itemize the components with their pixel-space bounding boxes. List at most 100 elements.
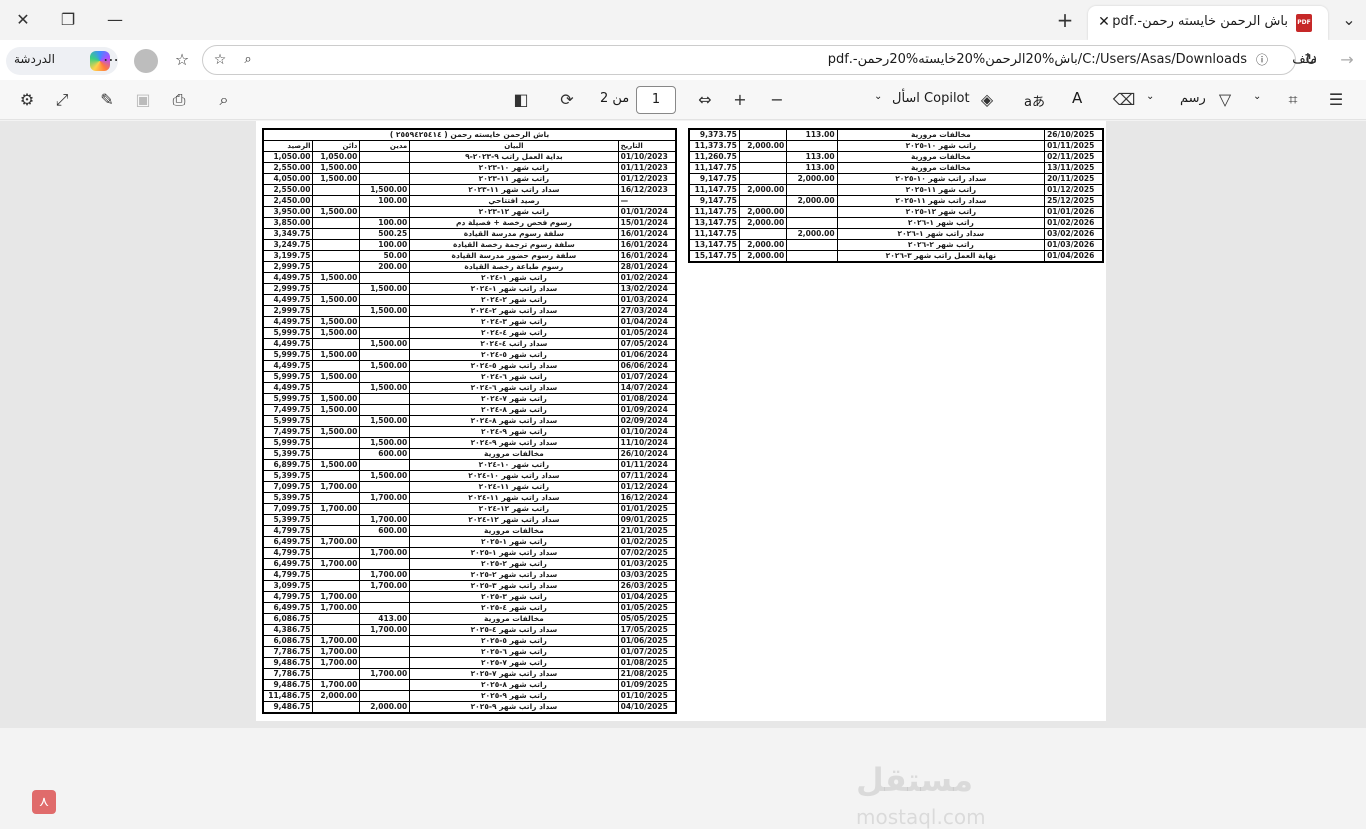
draw-icon[interactable]: ▽	[1210, 85, 1240, 115]
table-cell-credit: 2,000.00	[738, 140, 788, 152]
table-cell-credit: 1,500.00	[312, 316, 361, 328]
table-cell-date: 04/10/2025	[617, 701, 677, 714]
table-cell-desc: سداد راتب شهر ٦-٢٠٢٤	[409, 382, 619, 394]
contents-icon[interactable]: ☰	[1321, 85, 1351, 115]
table-row: 01/03/2026 راتب شهر ٢-٢٠٢٦ 2,000.00 13,147.…	[688, 239, 1104, 251]
table-cell-desc: سداد راتب شهر ١-٢٠٢٥	[409, 547, 619, 559]
table-row: 02/09/2024 سداد راتب شهر ٨-٢٠٢٤ 1,500.00 5,…	[262, 415, 677, 427]
table-cell-debit	[359, 294, 411, 306]
avatar[interactable]	[134, 49, 158, 73]
table-row: 16/12/2023 سداد راتب شهر ١١-٢٠٢٣ 1,500.00 2…	[262, 184, 677, 196]
table-cell-bal: 4,799.75	[262, 569, 314, 581]
back-icon[interactable]: →	[1332, 45, 1362, 75]
read-aloud-icon[interactable]: A	[1072, 89, 1082, 107]
table-cell-bal: 2,550.00	[262, 162, 314, 174]
table-cell-desc: راتب شهر ٨-٢٠٢٤	[409, 404, 619, 416]
table-row: 20/11/2025 سداد راتب شهر ١٠-٢٠٢٥ 2,000.00 9…	[688, 173, 1104, 185]
table-cell-debit	[359, 558, 411, 570]
info-icon[interactable]: ⓘ	[1247, 45, 1277, 75]
highlight-chevron-icon[interactable]: ⌄	[1253, 91, 1261, 102]
table-cell-date: 03/02/2026	[1044, 228, 1104, 240]
table-row: 01/04/2024 راتب شهر ٣-٢٠٢٤ 1,500.00 4,499.7…	[262, 316, 677, 328]
print-icon[interactable]: ⎙	[164, 85, 194, 115]
table-row: 13/11/2025 مخالفات مرورية 113.00 11,147.75	[688, 162, 1104, 174]
table-cell-bal: 11,147.75	[688, 184, 740, 196]
draw-chevron-icon[interactable]: ⌄	[1146, 91, 1154, 102]
tab-menu-icon[interactable]: ⌄	[1334, 5, 1364, 35]
table-cell-debit	[359, 591, 411, 603]
table-cell-date: 28/01/2024	[617, 261, 677, 273]
table-cell-desc: سداد راتب شهر ١٢-٢٠٢٤	[409, 514, 619, 526]
pdf-viewer[interactable]: باش الرحمن خايسته رحمن ( ٢٥٥٩٤٢٥٤١٤ ) ال…	[0, 121, 1366, 829]
new-tab-icon[interactable]: +	[1050, 5, 1080, 35]
expand-icon[interactable]: ⤢	[47, 85, 77, 115]
rotate-icon[interactable]: ⟳	[552, 85, 582, 115]
table-cell-bal: 5,999.75	[262, 437, 314, 449]
page-number-input[interactable]: 1	[636, 86, 676, 114]
copilot-icon[interactable]: ◈	[972, 85, 1002, 115]
table-cell-bal: 5,999.75	[262, 349, 314, 361]
table-row: 21/01/2025 مخالفات مرورية 600.00 4,799.75	[262, 525, 677, 537]
table-cell-credit	[312, 195, 361, 207]
favorites-list-icon[interactable]: ☆	[167, 45, 197, 75]
ask-copilot-chevron-icon[interactable]: ⌄	[874, 91, 882, 102]
refresh-icon[interactable]: ↻	[1296, 45, 1326, 75]
table-cell-date: 01/07/2025	[617, 646, 677, 658]
table-cell-bal: 5,399.75	[262, 514, 314, 526]
table-cell-date: 01/12/2024	[617, 481, 677, 493]
url-text[interactable]: C:/Users/Asas/Downloads/باش%20الرحمن%20خ…	[828, 52, 1247, 67]
table-cell-debit	[359, 327, 411, 339]
acrobat-icon[interactable]: ⋏	[32, 790, 56, 814]
favorite-icon[interactable]: ☆	[205, 45, 235, 75]
table-row: 25/12/2025 سداد راتب شهر ١١-٢٠٢٥ 2,000.00 9…	[688, 195, 1104, 207]
search-icon[interactable]: ⌕	[209, 85, 239, 115]
save-as-icon[interactable]: ✎	[92, 85, 122, 115]
table-cell-desc: مخالفات مرورية	[409, 613, 619, 625]
close-icon[interactable]: ✕	[8, 5, 38, 35]
table-body-left: 01/10/2023 بداية العمل راتب ٩-٢٠٢٣-٩ 1,050…	[262, 151, 677, 714]
search-chat-icon[interactable]: ⌕	[233, 45, 263, 75]
page-view-icon[interactable]: ◧	[506, 85, 536, 115]
table-row: 02/11/2025 مخالفات مرورية 113.00 11,260.75	[688, 151, 1104, 163]
zoom-in-icon[interactable]: +	[725, 85, 755, 115]
table-cell-credit	[312, 448, 361, 460]
table-cell-credit: 1,700.00	[312, 503, 361, 515]
translate-icon[interactable]: aあ	[1024, 91, 1045, 110]
tab-close-icon[interactable]: ✕	[1094, 12, 1114, 32]
table-cell-debit: 1,500.00	[359, 470, 411, 482]
statement-table-right: 26/10/2025 مخالفات مرورية 113.00 9,373.75 01…	[688, 128, 1104, 263]
browser-tab[interactable]: ✕ باش الرحمن خايسته رحمن-.pdf PDF	[1088, 6, 1328, 40]
table-row: 03/03/2025 سداد راتب شهر ٢-٢٠٢٥ 1,700.00 4,…	[262, 569, 677, 581]
erase-icon[interactable]: ⌫	[1109, 85, 1139, 115]
table-row: 01/03/2025 راتب شهر ٢-٢٠٢٥ 1,700.00 6,499.7…	[262, 558, 677, 570]
table-cell-debit	[359, 646, 411, 658]
table-cell-date: 01/08/2025	[617, 657, 677, 669]
table-cell-desc: راتب شهر ٥-٢٠٢٥	[409, 635, 619, 647]
table-cell-bal: 11,147.75	[688, 162, 740, 174]
more-icon[interactable]: ⋯	[96, 45, 126, 75]
fit-width-icon[interactable]: ⇔	[690, 85, 720, 115]
highlight-icon[interactable]: ⌗	[1278, 85, 1308, 115]
table-cell-credit	[312, 184, 361, 196]
draw-label[interactable]: رسم	[1180, 91, 1206, 106]
table-cell-date: 13/11/2025	[1044, 162, 1104, 174]
table-body-right: 26/10/2025 مخالفات مرورية 113.00 9,373.75 01…	[688, 128, 1104, 263]
table-cell-desc: مخالفات مرورية	[409, 525, 619, 537]
ask-copilot-button[interactable]: اسأل Copilot	[892, 91, 970, 106]
restore-icon[interactable]: ❐	[53, 5, 83, 35]
save-icon[interactable]: ▣	[128, 85, 158, 115]
minimize-icon[interactable]: —	[100, 5, 130, 35]
settings-icon[interactable]: ⚙	[12, 85, 42, 115]
table-cell-credit: 1,500.00	[312, 327, 361, 339]
table-row: 01/02/2024 راتب شهر ١-٢٠٢٤ 1,500.00 4,499.7…	[262, 272, 677, 284]
url-bar[interactable]: ☆ ⌕ C:/Users/Asas/Downloads/باش%20الرحمن…	[202, 45, 1317, 75]
table-cell-credit	[312, 492, 361, 504]
table-cell-debit	[786, 206, 838, 218]
watermark-url: mostaql.com	[856, 805, 986, 829]
table-cell-credit: 1,700.00	[312, 481, 361, 493]
table-cell-bal: 2,550.00	[262, 184, 314, 196]
table-cell-debit: 100.00	[359, 195, 411, 207]
table-cell-desc: مخالفات مرورية	[836, 151, 1046, 163]
zoom-out-icon[interactable]: −	[762, 85, 792, 115]
table-cell-desc: راتب شهر ٢-٢٠٢٥	[409, 558, 619, 570]
